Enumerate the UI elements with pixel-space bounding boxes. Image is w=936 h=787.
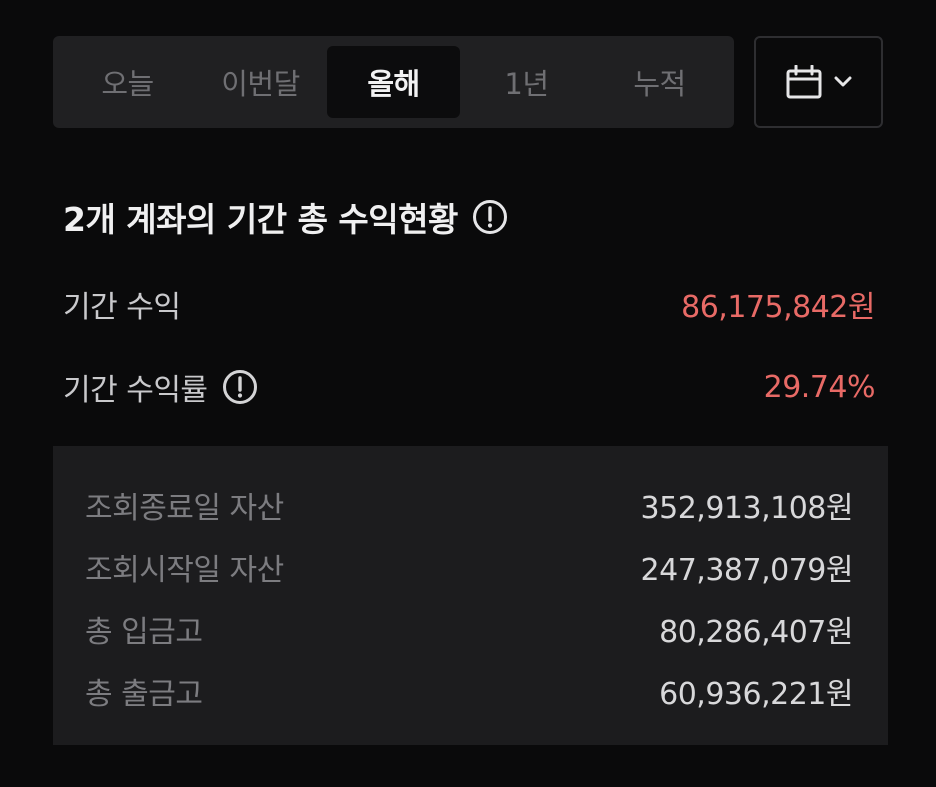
detail-label: 조회시작일 자산	[85, 553, 284, 588]
summary-title: 2개 계좌의 기간 총 수익현황	[63, 200, 458, 239]
profit-summary-screen: 오늘 이번달 올해 1년 누적 2개 계좌의 기간 총 수익현황 기간 수익 8…	[0, 0, 936, 787]
detail-label: 조회종료일 자산	[85, 491, 284, 526]
period-profit-value: 86,175,842원	[681, 290, 875, 325]
detail-row-total-withdrawal: 총 출금고 60,936,221원	[85, 660, 853, 722]
period-profit-row: 기간 수익 86,175,842원	[63, 279, 875, 329]
detail-row-start-assets: 조회시작일 자산 247,387,079원	[85, 536, 854, 598]
asset-detail-panel: 조회종료일 자산 352,913,108원 조회시작일 자산 247,387,0…	[53, 446, 888, 745]
detail-value: 80,286,407원	[659, 615, 853, 650]
detail-row-total-deposit: 총 입금고 80,286,407원	[85, 598, 853, 660]
period-tabs: 오늘 이번달 올해 1년 누적	[53, 36, 734, 128]
calendar-icon	[786, 65, 822, 99]
info-icon[interactable]	[222, 369, 258, 405]
chevron-down-icon	[834, 76, 852, 88]
period-rate-value: 29.74%	[763, 369, 876, 405]
tab-this-month[interactable]: 이번달	[194, 46, 327, 118]
tab-this-year[interactable]: 올해	[327, 46, 460, 118]
detail-label: 총 출금고	[85, 677, 203, 712]
summary-title-row: 2개 계좌의 기간 총 수익현황	[63, 192, 508, 242]
date-range-button[interactable]	[754, 36, 883, 128]
period-rate-label: 기간 수익률	[63, 373, 208, 408]
tab-one-year[interactable]: 1년	[460, 46, 593, 118]
tab-cumulative[interactable]: 누적	[593, 46, 726, 118]
detail-label: 총 입금고	[85, 615, 203, 650]
detail-row-end-assets: 조회종료일 자산 352,913,108원	[85, 474, 854, 536]
detail-value: 60,936,221원	[659, 677, 853, 712]
period-profit-label: 기간 수익	[63, 290, 181, 325]
detail-value: 352,913,108원	[640, 491, 854, 526]
period-rate-row: 기간 수익률 29.74%	[63, 362, 876, 412]
tab-today[interactable]: 오늘	[61, 46, 194, 118]
info-icon[interactable]	[472, 199, 508, 235]
period-rate-label-group: 기간 수익률	[63, 365, 258, 409]
detail-value: 247,387,079원	[640, 553, 854, 588]
